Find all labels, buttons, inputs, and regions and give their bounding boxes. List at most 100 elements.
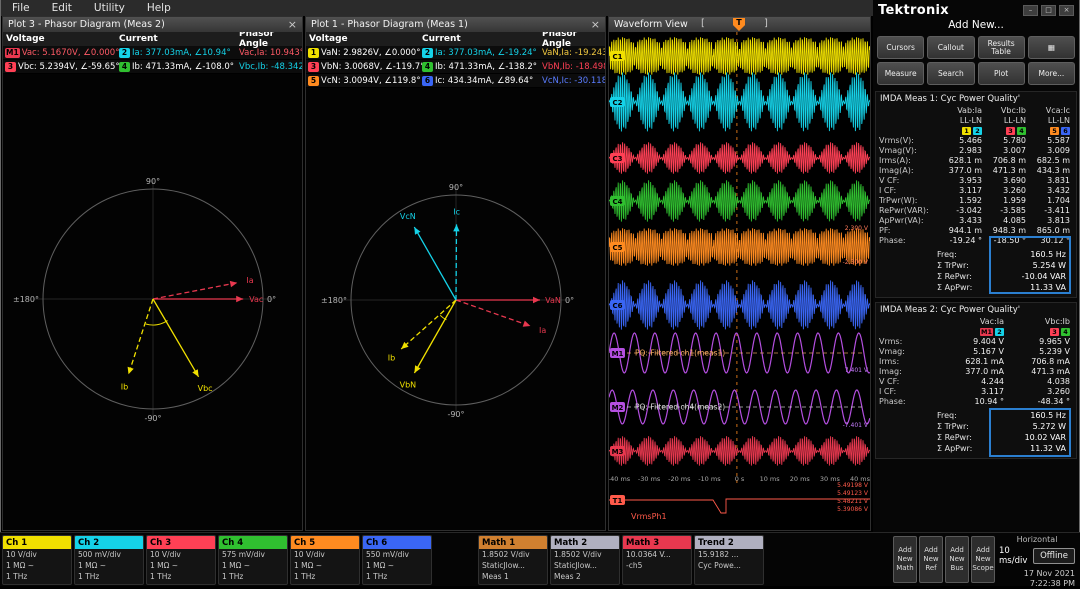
plot3-readout-header: Voltage Current Phasor Angle [3, 29, 302, 49]
channel-badge: 5 [1050, 127, 1059, 135]
phasor-readout-row: M1 Vac: 5.1670V, ∠0.000° 2 Ia: 377.03mA, ∠1… [3, 46, 302, 60]
phasor-label-vcn: VcN [400, 212, 416, 221]
bottom-bar: Ch 1 10 V/div 1 MΩ ~1 THz Ch 2 500 mV/div 1 M… [0, 532, 1080, 588]
channel-setting: 1 MΩ ~ [6, 561, 35, 570]
meas-value: 2.983 [959, 146, 982, 155]
results-table-button[interactable]: Results Table [977, 36, 1025, 59]
plot3-close-icon[interactable]: × [288, 19, 297, 30]
waveform-plot[interactable]: C1 C2 C3 C4 C5 C6 PQ: Filtered ch1(meas1) M1 PQ:… [608, 32, 871, 530]
channel-badge-ch2[interactable]: Ch 2 500 mV/div 1 MΩ ~ 1 THz [74, 535, 144, 585]
callout-button[interactable]: Callout [927, 36, 975, 59]
tektronix-logo: Tektronix [878, 3, 949, 18]
meas2-results-panel[interactable]: IMDA Meas 2: Cyc Power Quality' Vac:Ia Vbc… [875, 302, 1077, 459]
plot1-readout-rows: 1 VaN: 2.9826V, ∠0.000° 2 Ia: 377.03mA, ∠-1… [306, 46, 605, 88]
phasor-vector-ia [455, 299, 531, 327]
channel-badge: 4 [1017, 127, 1026, 135]
meas-row-label: TrPwr(W): [879, 196, 918, 205]
meas-col-header: Vbc:Ib [1044, 317, 1070, 326]
channel-badge: 2 [995, 328, 1004, 336]
minimize-icon[interactable]: – [1023, 5, 1038, 16]
zoom-bracket-right-icon[interactable]: ] [764, 18, 768, 29]
meas-row-label: Vmag(V): [879, 146, 917, 155]
channel-badge-ch1[interactable]: Ch 1 10 V/div 1 MΩ ~ 1 THz [2, 535, 72, 585]
channel-setting: 575 mV/div [222, 550, 265, 559]
channel-badge-ch6[interactable]: Ch 6 550 mV/div 1 MΩ ~ 1 THz [362, 535, 432, 585]
plot-button[interactable]: Plot [977, 62, 1025, 85]
channel-setting: 500 mV/div [78, 550, 121, 559]
summary-row: Σ RePwr: 10.02 VAR [879, 432, 1073, 443]
plot1-close-icon[interactable]: × [591, 19, 600, 30]
cursors-button[interactable]: Cursors [877, 36, 925, 59]
maximize-icon[interactable]: □ [1041, 5, 1056, 16]
more-button[interactable]: More... [1027, 62, 1075, 85]
menu-item-edit[interactable]: Edit [41, 2, 83, 14]
meas-row: Vmag(V): 2.983 3.007 3.009 [879, 146, 1073, 156]
menu-item-file[interactable]: File [1, 2, 41, 14]
trace-c5[interactable] [608, 228, 871, 266]
channel-setting: 10.0364 V... [626, 550, 671, 559]
meas-value: 5.466 [959, 136, 982, 145]
plot3-titlebar[interactable]: Plot 3 - Phasor Diagram (Meas 2) × [3, 17, 302, 32]
channel-badge-trend2[interactable]: Trend 2 15.9182 ... Cyc Powe... [694, 535, 764, 585]
channel-setting: 1 THz [150, 572, 172, 581]
add-button-line: New [897, 555, 913, 564]
meas-value: 3.813 [1047, 216, 1070, 225]
axis-label: 0° [267, 295, 276, 304]
meas-value: 3.433 [959, 216, 982, 225]
trace-c2[interactable] [608, 72, 871, 132]
meas-col-headers: Vab:Ia Vbc:Ib Vca:Ic [879, 106, 1073, 116]
trace-m3[interactable] [608, 436, 871, 466]
plot1-titlebar[interactable]: Plot 1 - Phasor Diagram (Meas 1) × [306, 17, 605, 32]
meas1-results-panel[interactable]: IMDA Meas 1: Cyc Power Quality' Vab:Ia Vbc… [875, 91, 1077, 298]
add-new-scope-button[interactable]: Add New Scope [971, 536, 995, 583]
meas-value: 9.965 V [1039, 337, 1070, 346]
phasor-arrowhead [533, 296, 540, 304]
zoom-bracket-left-icon[interactable]: [ [701, 18, 705, 29]
plot1-phasor-diagram[interactable]: 90° -90° ±180° 0° VaN Ia VbN Ib VcN Ic [306, 88, 605, 532]
trigger-flag-icon[interactable]: T [733, 18, 745, 31]
trace-c6[interactable] [608, 280, 871, 330]
channel-setting: 1 THz [294, 572, 316, 581]
trace-c1[interactable] [608, 37, 871, 75]
plot3-phasor-diagram[interactable]: 90° -90° ±180° 0° Vac Ia Vbc Ib [3, 74, 302, 532]
channel-badge-ch3[interactable]: Ch 3 10 V/div 1 MΩ ~ 1 THz [146, 535, 216, 585]
channel-badge-math2[interactable]: Math 2 1.8502 V/div StaticJlow... Meas 2 [550, 535, 620, 585]
trace-badge-m1: M1 [612, 350, 624, 358]
math-trace-label: PQ: Filtered ch4(meas2) [635, 403, 725, 412]
trace-c4[interactable] [608, 180, 871, 222]
add-button-line: Bus [950, 563, 964, 572]
menu-item-utility[interactable]: Utility [83, 2, 136, 14]
search-button[interactable]: Search [927, 62, 975, 85]
readout-value: Ia: 377.03mA, ∠-19.24° [435, 47, 537, 58]
phasor-arrowhead [127, 366, 134, 375]
add-new-label: Add New... [948, 19, 1004, 31]
add-new-ref-button[interactable]: Add New Ref [919, 536, 943, 583]
phasor-label-vbn: VbN [400, 380, 417, 389]
meas-value: 5.239 V [1039, 347, 1070, 356]
trace-badge-c1: C1 [612, 53, 622, 61]
horizontal-scale-value[interactable]: 10 ms/div [999, 546, 1033, 566]
phasor-arrowhead [229, 280, 238, 288]
results-grid-icon-button[interactable]: ▦ [1027, 36, 1075, 59]
close-icon[interactable]: × [1059, 5, 1074, 16]
source-badge: 3 [308, 61, 319, 72]
menu-item-help[interactable]: Help [136, 2, 182, 14]
trace-c3[interactable] [608, 142, 871, 174]
summary-value: 5.272 W [1032, 422, 1066, 431]
meas-value: -18.50 ° [993, 236, 1026, 245]
channel-badge-math3[interactable]: Math 3 10.0364 V... -ch5 [622, 535, 692, 585]
add-new-bus-button[interactable]: Add New Bus [945, 536, 969, 583]
waveform-titlebar[interactable]: Waveform View [ T ] [609, 17, 870, 32]
channel-badge-math1[interactable]: Math 1 1.8502 V/div StaticJlow... Meas 1 [478, 535, 548, 585]
channel-setting: 1 THz [222, 572, 244, 581]
trace-t1[interactable] [609, 498, 870, 514]
channel-badge-strip: Ch 1 10 V/div 1 MΩ ~1 THz Ch 2 500 mV/div 1 M… [0, 533, 995, 586]
channel-badge-ch5[interactable]: Ch 5 10 V/div 1 MΩ ~ 1 THz [290, 535, 360, 585]
add-new-math-button[interactable]: Add New Math [893, 536, 917, 583]
summary-value: 11.33 VA [1030, 283, 1066, 292]
channel-badge-ch4[interactable]: Ch 4 575 mV/div 1 MΩ ~ 1 THz [218, 535, 288, 585]
horizontal-panel[interactable]: Horizontal 10 ms/div Offline 17 Nov 2021… [999, 535, 1075, 588]
measure-button[interactable]: Measure [877, 62, 925, 85]
offline-button[interactable]: Offline [1033, 548, 1075, 564]
meas-value: 3.009 [1047, 146, 1070, 155]
